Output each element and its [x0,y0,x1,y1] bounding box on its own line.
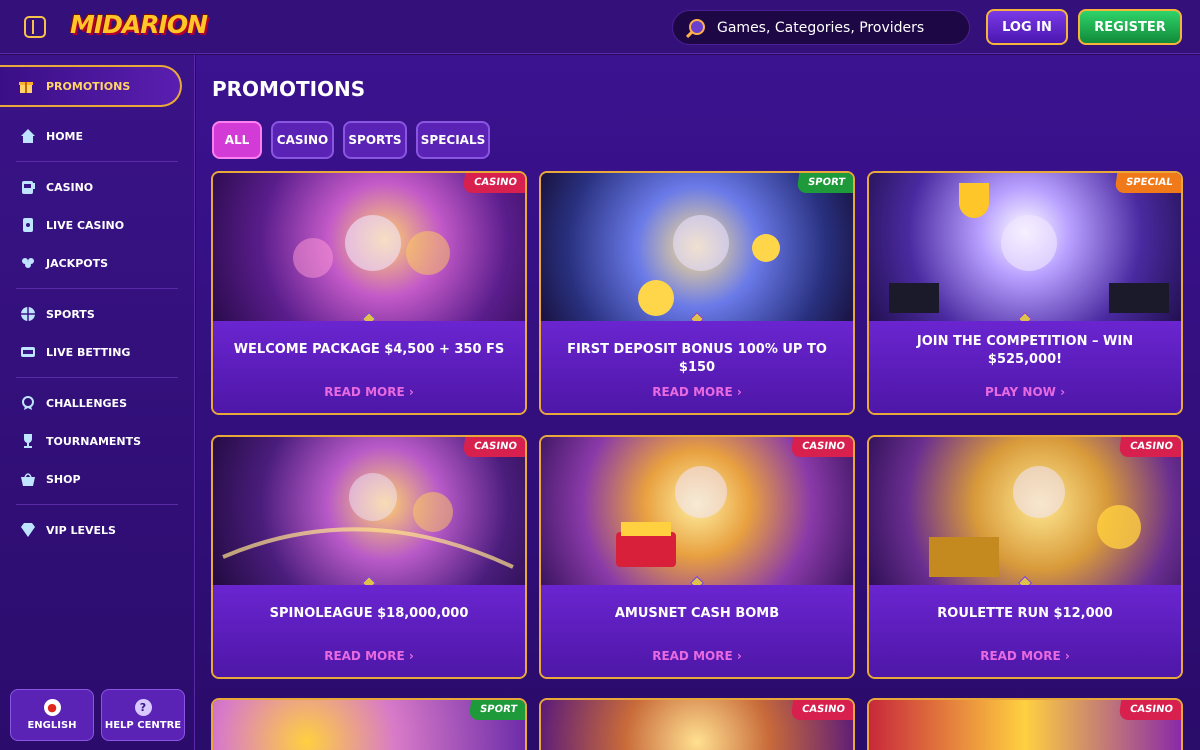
sidebar-item-label: HOME [46,129,84,143]
category-badge: CASINO [1118,437,1181,457]
category-badge: SPORT [796,173,853,193]
login-button[interactable]: LOG IN [986,9,1068,45]
category-badge: SPECIAL [1114,173,1181,193]
menu-toggle-icon[interactable] [24,16,46,38]
promo-card[interactable]: SPINOLEAGUE $18,000,000 READ MORE › CASI… [211,435,527,679]
help-icon: ? [134,699,152,716]
promo-card[interactable]: ROULETTE RUN $12,000 READ MORE › CASINO [867,435,1183,679]
gift-icon [18,78,34,94]
main-content: PROMOTIONS ALL CASINO SPORTS SPECIALS WE… [196,55,1200,750]
promo-image [213,437,525,585]
read-more-link[interactable]: READ MORE › [980,649,1070,663]
language-label: ENGLISH [27,720,77,731]
category-badge: SPORT [468,700,525,720]
category-badge: CASINO [1118,700,1181,720]
search-placeholder: Games, Categories, Providers [717,19,925,36]
sidebar-item-label: CHALLENGES [46,396,127,410]
promo-title: JOIN THE COMPETITION – WIN $525,000! [916,334,1134,367]
slot-icon [20,179,36,195]
sidebar-item-label: SPORTS [46,307,95,321]
canada-flag-icon: ● [43,699,61,716]
sidebar-item-challenges[interactable]: CHALLENGES [0,388,190,418]
category-badge: CASINO [790,700,853,720]
ball-icon [20,306,36,322]
promo-image [869,173,1181,321]
read-more-link[interactable]: READ MORE › [324,385,414,399]
sidebar-item-casino[interactable]: CASINO [0,172,190,202]
live-icon [20,344,36,360]
category-badge: CASINO [790,437,853,457]
sidebar-item-tournaments[interactable]: TOURNAMENTS [0,426,190,456]
trophy-icon [20,433,36,449]
sidebar-item-jackpots[interactable]: JACKPOTS [0,248,190,278]
sidebar-item-home[interactable]: HOME [0,121,190,151]
sidebar-divider [16,288,178,289]
promo-card[interactable]: WELCOME PACKAGE $4,500 + 350 FS READ MOR… [211,171,527,415]
promo-image [869,437,1181,585]
site-logo[interactable]: MIDARION [70,10,208,39]
promo-image [541,437,853,585]
sidebar-item-label: JACKPOTS [46,256,109,270]
diamond-icon [20,522,36,538]
sidebar-item-sports[interactable]: SPORTS [0,299,190,329]
sidebar-item-shop[interactable]: SHOP [0,464,190,494]
help-label: HELP CENTRE [104,720,182,731]
sidebar-divider [16,504,178,505]
register-button[interactable]: REGISTER [1078,9,1182,45]
sidebar-item-label: SHOP [46,472,81,486]
category-badge: CASINO [462,437,525,457]
home-icon [20,128,36,144]
help-centre-button[interactable]: ? HELP CENTRE [101,689,185,741]
language-button[interactable]: ● ENGLISH [10,689,94,741]
card-icon [20,217,36,233]
promo-title: AMUSNET CASH BOMB [614,606,780,621]
promo-card[interactable]: CASINO [867,698,1183,750]
filter-specials[interactable]: SPECIALS [416,121,490,159]
sidebar-item-live-casino[interactable]: LIVE CASINO [0,210,190,240]
sidebar-item-label: VIP LEVELS [46,523,116,537]
promo-card[interactable]: JOIN THE COMPETITION – WIN $525,000! PLA… [867,171,1183,415]
play-now-link[interactable]: PLAY NOW › [985,385,1065,399]
search-input[interactable]: Games, Categories, Providers [672,10,970,45]
promo-title: ROULETTE RUN $12,000 [937,606,1113,621]
sidebar: PROMOTIONS HOME CASINO LIVE CASINO JACKP… [0,55,195,750]
promo-title: SPINOLEAGUE $18,000,000 [269,606,469,621]
sidebar-item-label: LIVE CASINO [46,218,125,232]
clover-icon [20,255,36,271]
filter-all[interactable]: ALL [212,121,262,159]
sidebar-item-vip-levels[interactable]: VIP LEVELS [0,515,190,545]
search-icon [689,19,705,35]
category-badge: CASINO [462,173,525,193]
sidebar-divider [16,377,178,378]
sidebar-item-promotions[interactable]: PROMOTIONS [0,65,182,107]
medal-icon [20,395,36,411]
page-title: PROMOTIONS [212,77,366,101]
basket-icon [20,471,36,487]
sidebar-item-label: CASINO [46,180,94,194]
promo-card[interactable]: SPORT [211,698,527,750]
promo-image [541,173,853,321]
sidebar-item-live-betting[interactable]: LIVE BETTING [0,337,190,367]
promo-title: WELCOME PACKAGE $4,500 + 350 FS [233,342,505,357]
filter-casino[interactable]: CASINO [271,121,334,159]
promo-title: FIRST DEPOSIT BONUS 100% UP TO $150 [567,342,827,375]
read-more-link[interactable]: READ MORE › [652,385,742,399]
sidebar-item-label: PROMOTIONS [46,79,131,93]
promo-image [213,173,525,321]
filter-sports[interactable]: SPORTS [343,121,407,159]
read-more-link[interactable]: READ MORE › [324,649,414,663]
promo-card[interactable]: FIRST DEPOSIT BONUS 100% UP TO $150 READ… [539,171,855,415]
promo-card[interactable]: CASINO [539,698,855,750]
top-bar: MIDARION Games, Categories, Providers LO… [0,0,1200,54]
promo-card[interactable]: AMUSNET CASH BOMB READ MORE › CASINO [539,435,855,679]
read-more-link[interactable]: READ MORE › [652,649,742,663]
sidebar-item-label: LIVE BETTING [46,345,131,359]
sidebar-item-label: TOURNAMENTS [46,434,142,448]
sidebar-divider [16,161,178,162]
